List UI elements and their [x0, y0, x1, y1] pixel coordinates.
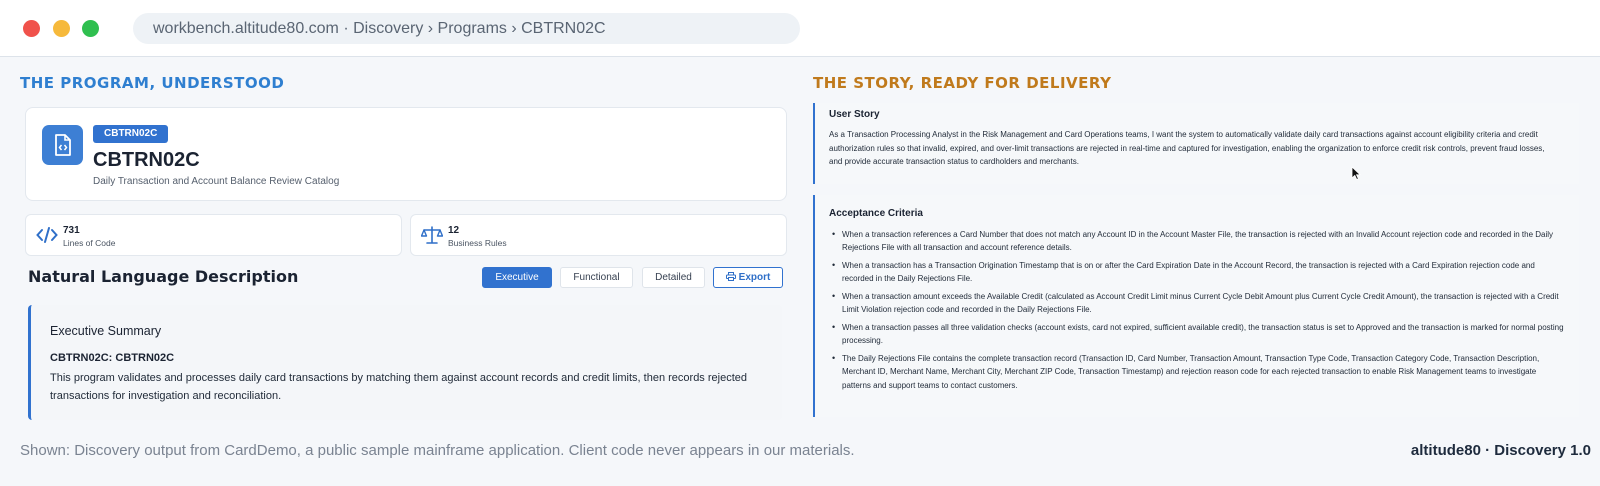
stat-label: Business Rules [448, 238, 507, 248]
printer-icon [725, 272, 736, 281]
footer-note: Shown: Discovery output from CardDemo, a… [20, 442, 855, 459]
stat-label: Lines of Code [63, 238, 116, 248]
program-title: CBTRN02C [93, 149, 200, 171]
stat-value: 731 [63, 225, 80, 236]
list-item: When a transaction references a Card Num… [829, 228, 1565, 255]
program-card: CBTRN02C CBTRN02C Daily Transaction and … [25, 107, 787, 201]
description-title: Natural Language Description [28, 267, 299, 286]
summary-body: This program validates and processes dai… [50, 372, 748, 402]
footer-brand: altitude80 · Discovery 1.0 [1410, 442, 1591, 459]
code-brackets-icon [36, 227, 58, 243]
address-bar[interactable]: workbench.altitude80.com · Discovery › P… [133, 13, 800, 44]
summary-title: Executive Summary [50, 324, 162, 338]
tab-detailed[interactable]: Detailed [642, 267, 705, 288]
tab-functional[interactable]: Functional [560, 267, 633, 288]
mouse-cursor-icon [1351, 166, 1361, 180]
maximize-window-button[interactable] [82, 20, 99, 37]
scales-icon [421, 226, 443, 244]
list-item: When a transaction amount exceeds the Av… [829, 290, 1565, 317]
acceptance-criteria-list: When a transaction references a Card Num… [829, 228, 1565, 396]
program-section-heading: THE PROGRAM, UNDERSTOOD [20, 74, 285, 92]
window-titlebar: workbench.altitude80.com · Discovery › P… [0, 0, 1600, 57]
stat-business-rules: 12 Business Rules [410, 214, 787, 256]
tab-executive[interactable]: Executive [482, 267, 552, 288]
program-subtitle: Daily Transaction and Account Balance Re… [93, 176, 340, 187]
export-button[interactable]: Export [713, 267, 783, 288]
export-label: Export [738, 272, 771, 283]
executive-summary-panel: Executive Summary CBTRN02C: CBTRN02C Thi… [28, 305, 782, 420]
stat-value: 12 [448, 225, 460, 236]
summary-subtitle: CBTRN02C: CBTRN02C [50, 352, 175, 364]
user-story-text: As a Transaction Processing Analyst in t… [829, 130, 1545, 167]
close-window-button[interactable] [23, 20, 40, 37]
list-item: When a transaction passes all three vali… [829, 321, 1565, 348]
list-item: When a transaction has a Transaction Ori… [829, 259, 1565, 286]
story-section-heading: THE STORY, READY FOR DELIVERY [813, 74, 1112, 92]
program-badge: CBTRN02C [93, 125, 169, 143]
acceptance-criteria-title: Acceptance Criteria [829, 208, 923, 219]
code-file-icon [42, 125, 83, 165]
stat-lines-of-code: 731 Lines of Code [25, 214, 402, 256]
user-story-title: User Story [829, 109, 880, 120]
list-item: The Daily Rejections File contains the c… [829, 352, 1565, 392]
minimize-window-button[interactable] [53, 20, 70, 37]
user-story-panel: User Story As a Transaction Processing A… [813, 103, 1579, 184]
acceptance-criteria-panel: Acceptance Criteria When a transaction r… [813, 195, 1579, 417]
